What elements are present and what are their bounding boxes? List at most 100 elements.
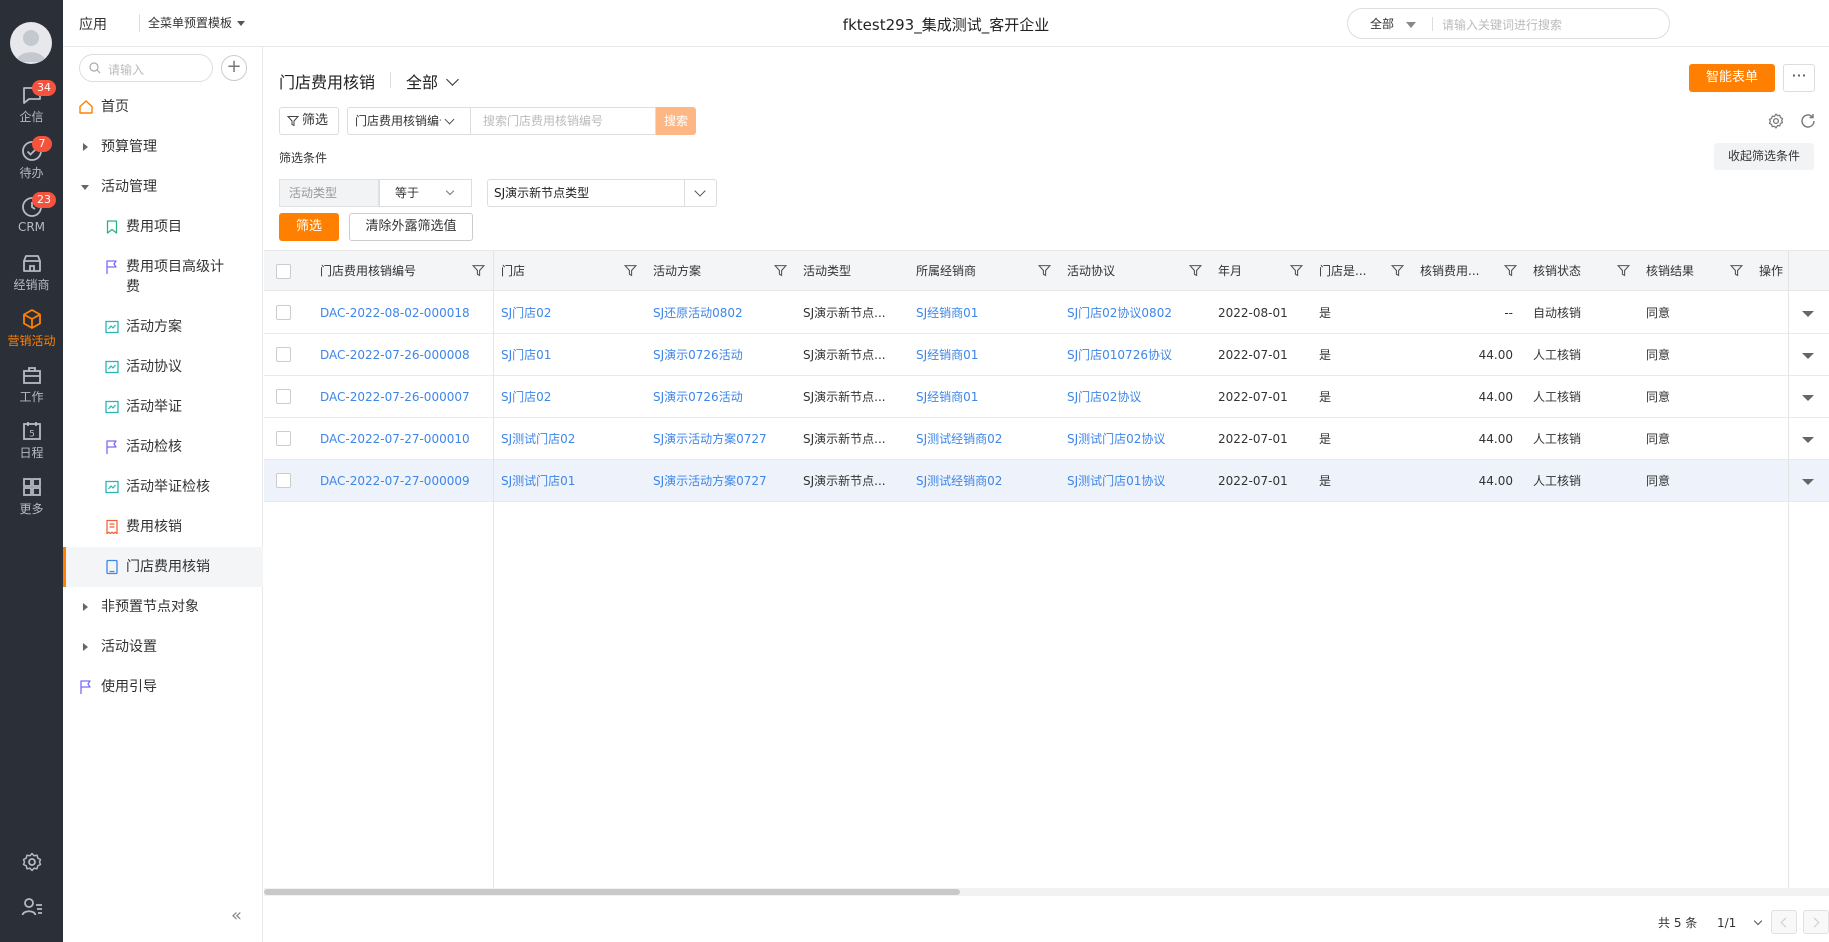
list-scope-select[interactable]: 全部 xyxy=(406,69,438,93)
row-action-dropdown-icon[interactable] xyxy=(1802,437,1814,443)
column-header[interactable]: 门店费用核销编号 xyxy=(312,251,493,291)
cell-writeoff-number[interactable]: DAC-2022-07-27-000009 xyxy=(312,460,493,502)
nav-item-guide[interactable]: 使用引导 xyxy=(63,667,263,707)
search-input[interactable]: 搜索门店费用核销编号 xyxy=(470,107,656,135)
column-header[interactable]: 所属经销商 xyxy=(908,251,1059,291)
rail-item-work[interactable]: 工作 xyxy=(0,358,63,414)
page-indicator[interactable]: 1/1 xyxy=(1717,910,1736,936)
nav-group-activity[interactable]: 活动管理 xyxy=(63,167,263,207)
column-header[interactable]: 核销状态 xyxy=(1525,251,1638,291)
nav-group-non-preset[interactable]: 非预置节点对象 xyxy=(63,587,263,627)
cell-activity-plan[interactable]: SJ演示0726活动 xyxy=(645,334,795,376)
nav-item-agreement[interactable]: 活动协议 xyxy=(63,347,263,387)
nav-item-proof[interactable]: 活动举证 xyxy=(63,387,263,427)
column-filter-icon[interactable] xyxy=(1189,264,1202,277)
chevron-down-icon[interactable] xyxy=(446,73,459,86)
cell-writeoff-number[interactable]: DAC-2022-07-27-000010 xyxy=(312,418,493,460)
cell-store[interactable]: SJ门店01 xyxy=(493,334,645,376)
nav-item-inspection[interactable]: 活动检核 xyxy=(63,427,263,467)
smart-form-button[interactable]: 智能表单 xyxy=(1689,64,1775,92)
column-filter-icon[interactable] xyxy=(1504,264,1517,277)
nav-group-settings[interactable]: 活动设置 xyxy=(63,627,263,667)
global-search[interactable]: 全部 请输入关键词进行搜索 xyxy=(1347,8,1670,39)
rail-settings[interactable] xyxy=(0,845,63,875)
table-row[interactable]: DAC-2022-07-27-000009 SJ测试门店01 SJ演示活动方案072… xyxy=(264,460,1829,502)
row-checkbox[interactable] xyxy=(276,389,291,404)
row-checkbox[interactable] xyxy=(276,347,291,362)
column-filter-icon[interactable] xyxy=(1290,264,1303,277)
filter-button[interactable]: 筛选 xyxy=(279,107,339,135)
column-filter-icon[interactable] xyxy=(624,264,637,277)
more-button[interactable]: ··· xyxy=(1783,64,1815,92)
column-header[interactable]: 核销结果 xyxy=(1638,251,1751,291)
search-field-select[interactable]: 门店费用核销编号 xyxy=(347,107,470,135)
cell-writeoff-number[interactable]: DAC-2022-07-26-000008 xyxy=(312,334,493,376)
cell-activity-plan[interactable]: SJ还原活动0802 xyxy=(645,292,795,334)
condition-operator-select[interactable]: 等于 xyxy=(379,179,472,207)
row-checkbox[interactable] xyxy=(276,431,291,446)
cell-activity-plan[interactable]: SJ演示活动方案0727 xyxy=(645,460,795,502)
column-header[interactable]: 活动类型 xyxy=(795,251,908,291)
template-select[interactable]: 全菜单预置模板 xyxy=(139,14,232,32)
column-filter-icon[interactable] xyxy=(1038,264,1051,277)
prev-page-button[interactable] xyxy=(1771,910,1797,934)
rail-item-marketing[interactable]: 营销活动 xyxy=(0,302,63,358)
cell-store[interactable]: SJ门店02 xyxy=(493,292,645,334)
cell-agreement[interactable]: SJ门店02协议0802 xyxy=(1059,292,1210,334)
column-header[interactable]: 门店 xyxy=(493,251,645,291)
nav-item-proof-inspection[interactable]: 活动举证检核 xyxy=(63,467,263,507)
cell-writeoff-number[interactable]: DAC-2022-07-26-000007 xyxy=(312,376,493,418)
table-row[interactable]: DAC-2022-07-27-000010 SJ测试门店02 SJ演示活动方案072… xyxy=(264,418,1829,460)
cell-dealer[interactable]: SJ经销商01 xyxy=(908,334,1059,376)
refresh-icon[interactable] xyxy=(1799,112,1817,130)
column-filter-icon[interactable] xyxy=(1730,264,1743,277)
nav-item-home[interactable]: 首页 xyxy=(63,87,263,127)
global-search-input[interactable]: 请输入关键词进行搜索 xyxy=(1442,16,1562,33)
condition-field[interactable]: 活动类型 xyxy=(279,179,379,207)
column-filter-icon[interactable] xyxy=(1617,264,1630,277)
column-header[interactable]: 年月 xyxy=(1210,251,1311,291)
table-row[interactable]: DAC-2022-08-02-000018 SJ门店02 SJ还原活动0802 SJ演… xyxy=(264,292,1829,334)
column-filter-icon[interactable] xyxy=(774,264,787,277)
cell-dealer[interactable]: SJ测试经销商02 xyxy=(908,460,1059,502)
row-action-dropdown-icon[interactable] xyxy=(1802,395,1814,401)
next-page-button[interactable] xyxy=(1803,910,1829,934)
cell-agreement[interactable]: SJ门店010726协议 xyxy=(1059,334,1210,376)
cell-agreement[interactable]: SJ测试门店01协议 xyxy=(1059,460,1210,502)
cell-store[interactable]: SJ测试门店02 xyxy=(493,418,645,460)
row-action-dropdown-icon[interactable] xyxy=(1802,311,1814,317)
app-menu[interactable]: 应用 xyxy=(79,14,107,34)
collapse-filters-button[interactable]: 收起筛选条件 xyxy=(1714,143,1814,170)
condition-value-select[interactable]: SJ演示新节点类型 xyxy=(487,179,717,207)
apply-filter-button[interactable]: 筛选 xyxy=(279,213,339,241)
row-action-dropdown-icon[interactable] xyxy=(1802,479,1814,485)
rail-item-qixin[interactable]: 34 企信 xyxy=(0,78,63,134)
chevron-down-icon[interactable] xyxy=(684,180,716,206)
rail-item-calendar[interactable]: 5 日程 xyxy=(0,414,63,470)
avatar[interactable] xyxy=(10,22,52,64)
column-header[interactable]: 核销费用... xyxy=(1412,251,1525,291)
nav-item-plan[interactable]: 活动方案 xyxy=(63,307,263,347)
row-checkbox[interactable] xyxy=(276,305,291,320)
column-filter-icon[interactable] xyxy=(1391,264,1404,277)
rail-item-todo[interactable]: 7 待办 xyxy=(0,134,63,190)
search-button[interactable]: 搜索 xyxy=(656,107,696,135)
rail-item-more[interactable]: 更多 xyxy=(0,470,63,526)
chevron-down-icon[interactable] xyxy=(1753,916,1763,926)
column-filter-icon[interactable] xyxy=(472,264,485,277)
table-row[interactable]: DAC-2022-07-26-000008 SJ门店01 SJ演示0726活动 SJ演… xyxy=(264,334,1829,376)
nav-group-budget[interactable]: 预算管理 xyxy=(63,127,263,167)
rail-item-dealer[interactable]: 经销商 xyxy=(0,246,63,302)
column-header[interactable]: 门店是... xyxy=(1311,251,1412,291)
cell-dealer[interactable]: SJ经销商01 xyxy=(908,292,1059,334)
column-header[interactable]: 活动协议 xyxy=(1059,251,1210,291)
horizontal-scrollbar[interactable] xyxy=(264,888,1829,896)
collapse-nav-icon[interactable]: « xyxy=(231,905,242,926)
column-settings-icon[interactable] xyxy=(1767,112,1785,130)
cell-agreement[interactable]: SJ门店02协议 xyxy=(1059,376,1210,418)
select-all-checkbox[interactable] xyxy=(276,264,291,279)
scrollbar-thumb[interactable] xyxy=(264,889,960,895)
search-scope-select[interactable]: 全部 xyxy=(1370,15,1394,32)
row-action-dropdown-icon[interactable] xyxy=(1802,353,1814,359)
cell-dealer[interactable]: SJ经销商01 xyxy=(908,376,1059,418)
